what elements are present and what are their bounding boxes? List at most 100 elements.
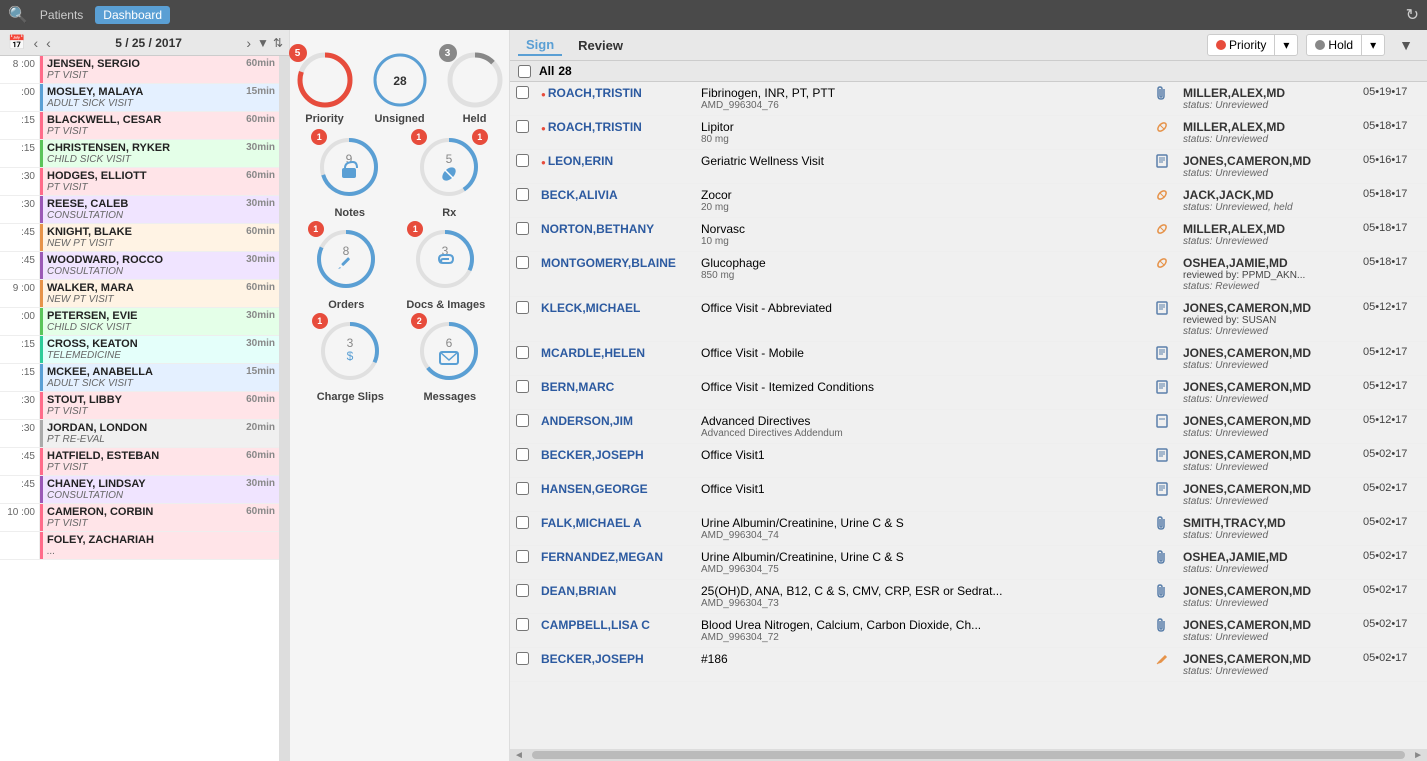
doc-icon-cell[interactable]: [1147, 376, 1177, 410]
row-checkbox-cell[interactable]: [510, 116, 535, 150]
table-row[interactable]: BERN,MARC Office Visit - Itemized Condit…: [510, 376, 1427, 410]
unsigned-circle[interactable]: 28 Unsigned: [370, 50, 430, 125]
row-checkbox-cell[interactable]: [510, 512, 535, 546]
appointment-card[interactable]: FOLEY, ZACHARIAH ...: [40, 532, 279, 559]
patient-name[interactable]: HANSEN,GEORGE: [541, 482, 648, 496]
schedule-appointment[interactable]: FOLEY, ZACHARIAH ...: [0, 532, 279, 560]
table-row[interactable]: NORTON,BETHANY Norvasc 10 mg MILLER,ALEX…: [510, 218, 1427, 252]
doc-icon-cell[interactable]: [1147, 580, 1177, 614]
right-filter-btn[interactable]: ▼: [1393, 35, 1419, 55]
notes-donut[interactable]: 1 9 Notes: [317, 135, 382, 219]
schedule-appointment[interactable]: 9 :00 WALKER, MARA 60min NEW PT VISIT: [0, 280, 279, 308]
schedule-appointment[interactable]: :15 BLACKWELL, CESAR 60min PT VISIT: [0, 112, 279, 140]
hold-dropdown-btn[interactable]: ▾: [1362, 35, 1384, 55]
row-checkbox-cell[interactable]: [510, 252, 535, 297]
doc-icon-cell[interactable]: [1147, 546, 1177, 580]
dashboard-nav-btn[interactable]: Dashboard: [95, 6, 170, 24]
doc-icon-cell[interactable]: [1147, 252, 1177, 297]
row-checkbox[interactable]: [516, 154, 529, 167]
appointment-card[interactable]: BLACKWELL, CESAR 60min PT VISIT: [40, 112, 279, 139]
patient-name[interactable]: NORTON,BETHANY: [541, 222, 654, 236]
schedule-appointment[interactable]: :45 HATFIELD, ESTEBAN 60min PT VISIT: [0, 448, 279, 476]
row-checkbox-cell[interactable]: [510, 444, 535, 478]
table-row[interactable]: DEAN,BRIAN 25(OH)D, ANA, B12, C & S, CMV…: [510, 580, 1427, 614]
table-row[interactable]: ANDERSON,JIM Advanced Directives Advance…: [510, 410, 1427, 444]
patient-name[interactable]: BECKER,JOSEPH: [541, 448, 644, 462]
schedule-appointment[interactable]: :15 CROSS, KEATON 30min TELEMEDICINE: [0, 336, 279, 364]
row-checkbox-cell[interactable]: [510, 184, 535, 218]
table-row[interactable]: MONTGOMERY,BLAINE Glucophage 850 mg OSHE…: [510, 252, 1427, 297]
appointment-card[interactable]: CHRISTENSEN, RYKER 30min CHILD SICK VISI…: [40, 140, 279, 167]
calendar-icon[interactable]: 📅: [6, 34, 27, 51]
rx-donut[interactable]: 1 1 5 Rx: [417, 135, 482, 219]
schedule-appointment[interactable]: :00 MOSLEY, MALAYA 15min ADULT SICK VISI…: [0, 84, 279, 112]
table-row[interactable]: BECKER,JOSEPH Office Visit1 JONES,CAMERO…: [510, 444, 1427, 478]
row-checkbox-cell[interactable]: [510, 150, 535, 184]
row-checkbox[interactable]: [516, 222, 529, 235]
appointment-card[interactable]: JENSEN, SERGIO 60min PT VISIT: [40, 56, 279, 83]
row-checkbox-cell[interactable]: [510, 614, 535, 648]
appointment-card[interactable]: WOODWARD, ROCCO 30min CONSULTATION: [40, 252, 279, 279]
row-checkbox-cell[interactable]: [510, 218, 535, 252]
row-checkbox[interactable]: [516, 414, 529, 427]
appointment-card[interactable]: HODGES, ELLIOTT 60min PT VISIT: [40, 168, 279, 195]
row-checkbox-cell[interactable]: [510, 82, 535, 116]
doc-icon-cell[interactable]: [1147, 444, 1177, 478]
prev-date-btn2[interactable]: ‹: [44, 35, 53, 51]
appointment-card[interactable]: CHANEY, LINDSAY 30min CONSULTATION: [40, 476, 279, 503]
appointment-card[interactable]: STOUT, LIBBY 60min PT VISIT: [40, 392, 279, 419]
row-checkbox[interactable]: [516, 448, 529, 461]
select-all-checkbox[interactable]: [518, 65, 531, 78]
doc-icon-cell[interactable]: [1147, 512, 1177, 546]
doc-icon-cell[interactable]: [1147, 82, 1177, 116]
schedule-scrollbar[interactable]: [279, 56, 289, 761]
appointment-card[interactable]: JORDAN, LONDON 20min PT RE-EVAL: [40, 420, 279, 447]
doc-icon-cell[interactable]: [1147, 614, 1177, 648]
patient-name[interactable]: DEAN,BRIAN: [541, 584, 616, 598]
row-checkbox[interactable]: [516, 550, 529, 563]
review-tab[interactable]: Review: [570, 36, 631, 55]
patient-name[interactable]: FALK,MICHAEL A: [541, 516, 642, 530]
table-row[interactable]: BECK,ALIVIA Zocor 20 mg JACK,JACK,MD sta…: [510, 184, 1427, 218]
doc-icon-cell[interactable]: [1147, 116, 1177, 150]
table-row[interactable]: ●ROACH,TRISTIN Fibrinogen, INR, PT, PTT …: [510, 82, 1427, 116]
schedule-appointment[interactable]: :45 WOODWARD, ROCCO 30min CONSULTATION: [0, 252, 279, 280]
row-checkbox-cell[interactable]: [510, 376, 535, 410]
prev-date-btn[interactable]: ‹: [31, 35, 40, 51]
appointment-card[interactable]: REESE, CALEB 30min CONSULTATION: [40, 196, 279, 223]
row-checkbox[interactable]: [516, 618, 529, 631]
schedule-appointment[interactable]: 10 :00 CAMERON, CORBIN 60min PT VISIT: [0, 504, 279, 532]
table-row[interactable]: ●LEON,ERIN Geriatric Wellness Visit JONE…: [510, 150, 1427, 184]
row-checkbox-cell[interactable]: [510, 342, 535, 376]
table-row[interactable]: FERNANDEZ,MEGAN Urine Albumin/Creatinine…: [510, 546, 1427, 580]
appointment-card[interactable]: CAMERON, CORBIN 60min PT VISIT: [40, 504, 279, 531]
schedule-sort-btn[interactable]: ⇅: [273, 36, 283, 50]
row-checkbox-cell[interactable]: [510, 546, 535, 580]
patient-name[interactable]: ROACH,TRISTIN: [548, 120, 642, 134]
priority-main-btn[interactable]: Priority: [1208, 35, 1274, 55]
row-checkbox[interactable]: [516, 256, 529, 269]
table-row[interactable]: BECKER,JOSEPH #186 JONES,CAMERON,MD stat…: [510, 648, 1427, 682]
row-checkbox-cell[interactable]: [510, 478, 535, 512]
row-checkbox[interactable]: [516, 86, 529, 99]
doc-icon-cell[interactable]: [1147, 150, 1177, 184]
appointment-card[interactable]: CROSS, KEATON 30min TELEMEDICINE: [40, 336, 279, 363]
table-row[interactable]: KLECK,MICHAEL Office Visit - Abbreviated…: [510, 297, 1427, 342]
schedule-appointment[interactable]: :30 STOUT, LIBBY 60min PT VISIT: [0, 392, 279, 420]
appointment-card[interactable]: KNIGHT, BLAKE 60min NEW PT VISIT: [40, 224, 279, 251]
doc-icon-cell[interactable]: [1147, 648, 1177, 682]
schedule-appointment[interactable]: :15 MCKEE, ANABELLA 15min ADULT SICK VIS…: [0, 364, 279, 392]
docs-donut[interactable]: 1 3 Docs & Images: [406, 227, 485, 311]
hold-main-btn[interactable]: Hold: [1307, 35, 1361, 55]
patient-name[interactable]: ROACH,TRISTIN: [548, 86, 642, 100]
sign-tab[interactable]: Sign: [518, 35, 562, 56]
table-row[interactable]: MCARDLE,HELEN Office Visit - Mobile JONE…: [510, 342, 1427, 376]
patient-name[interactable]: BECK,ALIVIA: [541, 188, 618, 202]
patient-name[interactable]: MCARDLE,HELEN: [541, 346, 645, 360]
held-circle[interactable]: 3 Held: [445, 50, 505, 125]
row-checkbox[interactable]: [516, 380, 529, 393]
doc-icon-cell[interactable]: [1147, 218, 1177, 252]
patient-name[interactable]: ANDERSON,JIM: [541, 414, 633, 428]
sync-icon[interactable]: ↻: [1406, 5, 1419, 25]
row-checkbox[interactable]: [516, 120, 529, 133]
